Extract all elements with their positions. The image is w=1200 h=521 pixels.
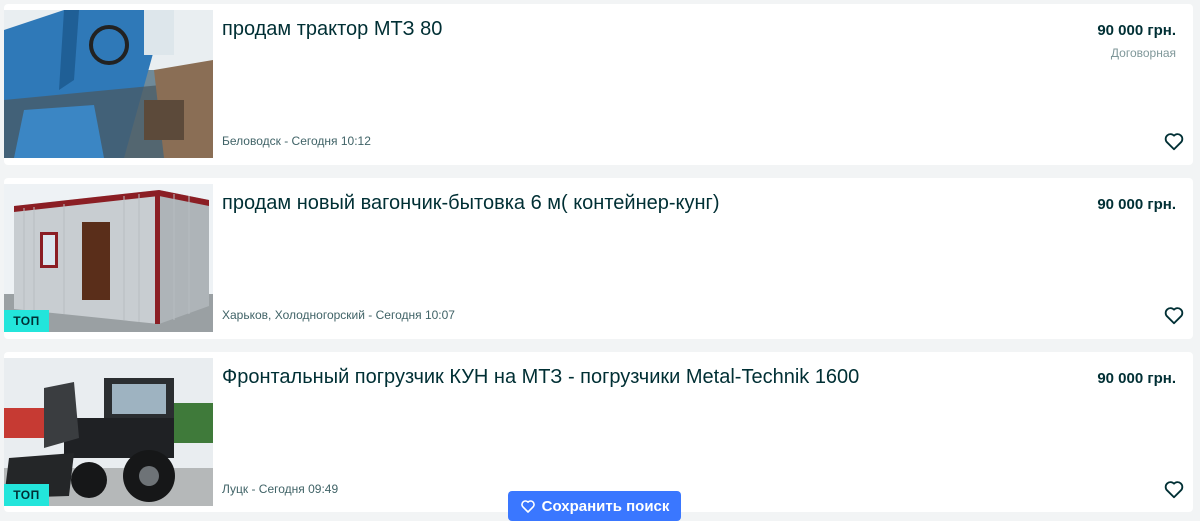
listing-location-date: Харьков, Холодногорский - Сегодня 10:07 (222, 308, 455, 322)
listing-photo-container[interactable]: ТОП (4, 184, 213, 332)
listing-title[interactable]: продам новый вагончик-бытовка 6 м( конте… (222, 192, 853, 215)
listing-photo-loader[interactable]: ТОП (4, 358, 213, 506)
heart-icon (520, 500, 535, 513)
price-negotiable-note: Договорная (1110, 46, 1176, 60)
listing-photo-tractor[interactable] (4, 10, 213, 158)
listing-card[interactable]: ТОП Фронтальный погрузчик КУН на МТЗ - п… (4, 352, 1193, 512)
listing-card[interactable]: ТОП продам новый вагончик-бытовка 6 м( к… (4, 178, 1193, 339)
favorite-heart-icon[interactable] (1163, 130, 1185, 152)
listing-price: 90 000 грн. (1097, 370, 1176, 387)
listing-location-date: Беловодск - Сегодня 10:12 (222, 134, 371, 148)
listing-title[interactable]: Фронтальный погрузчик КУН на МТЗ - погру… (222, 366, 859, 389)
listing-card[interactable]: продам трактор МТЗ 80 90 000 грн. Догово… (4, 4, 1193, 165)
save-search-button[interactable]: Сохранить поиск (508, 491, 681, 521)
listing-title[interactable]: продам трактор МТЗ 80 (222, 18, 853, 41)
save-search-label: Сохранить поиск (541, 497, 670, 515)
top-badge: ТОП (4, 484, 49, 506)
top-badge: ТОП (4, 310, 49, 332)
listing-price: 90 000 грн. (1097, 196, 1176, 213)
listing-price: 90 000 грн. (1097, 22, 1176, 39)
favorite-heart-icon[interactable] (1163, 304, 1185, 326)
favorite-heart-icon[interactable] (1163, 478, 1185, 500)
listing-location-date: Луцк - Сегодня 09:49 (222, 482, 339, 496)
